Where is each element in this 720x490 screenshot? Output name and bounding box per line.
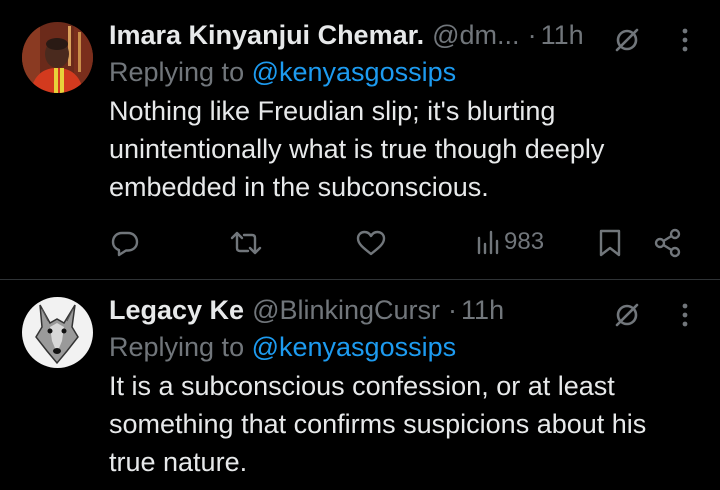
text-line: true nature. xyxy=(109,447,248,477)
timestamp[interactable]: 11h xyxy=(461,295,504,326)
replying-to-line: Replying to @kenyasgossips xyxy=(109,329,720,365)
mention-link[interactable]: @kenyasgossips xyxy=(252,332,457,362)
mention-link[interactable]: @kenyasgossips xyxy=(252,57,457,87)
reply-text: It is a subconscious confession, or at l… xyxy=(109,367,699,481)
reply-button[interactable] xyxy=(110,228,140,258)
replying-prefix: Replying to xyxy=(109,332,252,362)
display-name[interactable]: Legacy Ke xyxy=(109,295,244,326)
more-icon[interactable] xyxy=(675,298,695,332)
bookmark-icon xyxy=(599,229,621,257)
views-button[interactable]: 983 xyxy=(476,228,544,256)
avatar[interactable] xyxy=(22,297,93,368)
repost-button[interactable] xyxy=(229,228,263,258)
grok-icon[interactable] xyxy=(610,298,644,332)
replying-prefix: Replying to xyxy=(109,57,252,87)
views-icon xyxy=(477,230,499,255)
handle[interactable]: @dm xyxy=(432,20,497,51)
bookmark-button[interactable] xyxy=(597,228,623,258)
text-line: something that confirms suspicions about… xyxy=(109,409,647,439)
reply-text: Nothing like Freudian slip; it's blurtin… xyxy=(109,92,699,206)
reply-card[interactable]: Imara Kinyanjui Chemar. @dm... · 11h Rep… xyxy=(0,0,720,280)
text-line: It is a subconscious confession, or at l… xyxy=(109,371,615,401)
action-bar: 983 xyxy=(0,224,720,264)
reply-card[interactable]: Legacy Ke @BlinkingCursr · 11h Replying … xyxy=(0,280,720,490)
separator-dot: · xyxy=(448,294,458,325)
person-photo-avatar xyxy=(22,22,93,93)
reply-icon xyxy=(111,231,139,257)
grok-icon[interactable] xyxy=(610,23,644,57)
wolf-avatar xyxy=(22,297,93,368)
like-icon xyxy=(356,230,386,256)
more-icon[interactable] xyxy=(675,23,695,57)
replying-to-line: Replying to @kenyasgossips xyxy=(109,54,720,90)
timestamp[interactable]: 11h xyxy=(541,20,584,51)
repost-icon xyxy=(230,231,262,255)
handle[interactable]: @BlinkingCursr xyxy=(252,295,440,326)
separator-dot: · xyxy=(527,19,537,50)
handle-ellipsis: ... xyxy=(497,19,520,50)
share-icon xyxy=(654,228,681,258)
text-line: Nothing like Freudian slip; it's blurtin… xyxy=(109,96,556,126)
share-button[interactable] xyxy=(653,228,683,258)
display-name[interactable]: Imara Kinyanjui Chemar. xyxy=(109,20,424,51)
views-count: 983 xyxy=(504,228,545,255)
text-line: unintentionally what is true though deep… xyxy=(109,134,605,164)
text-line: embedded in the subconscious. xyxy=(109,172,489,202)
like-button[interactable] xyxy=(355,229,387,257)
avatar[interactable] xyxy=(22,22,93,93)
